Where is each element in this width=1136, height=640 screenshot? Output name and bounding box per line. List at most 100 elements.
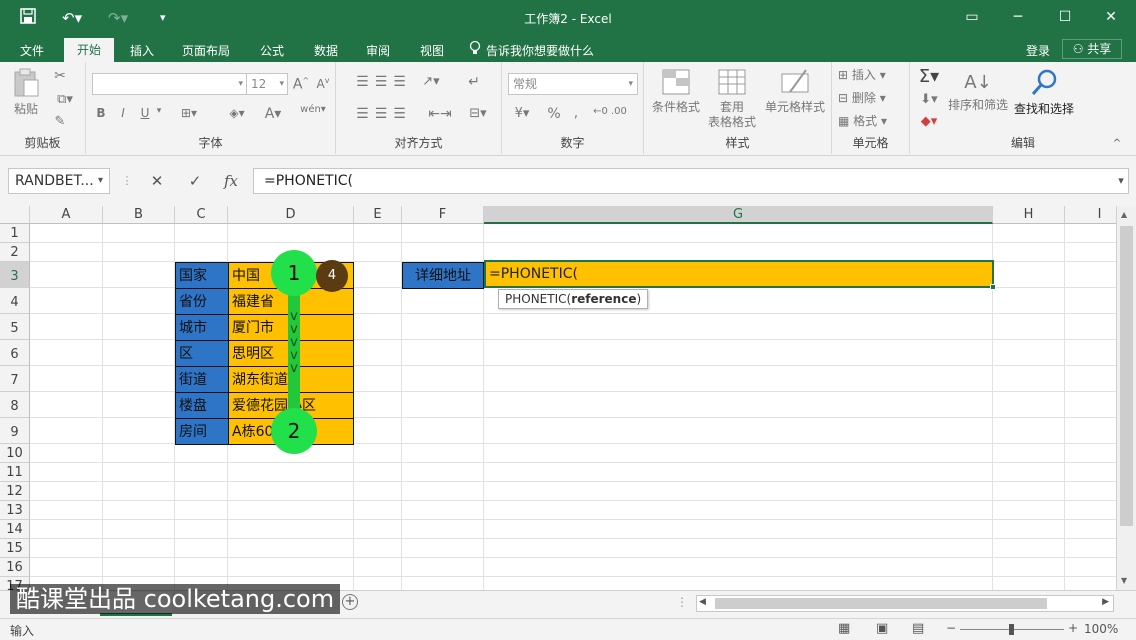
row-header-13[interactable]: 13 — [0, 501, 30, 520]
horizontal-scrollbar[interactable]: ◀ ▶ — [696, 595, 1114, 612]
cell-styles-button[interactable]: 单元格样式 — [762, 68, 828, 115]
currency-icon[interactable]: ¥▾ — [508, 106, 536, 122]
horizontal-align-icons[interactable]: ☰☰☰ — [344, 106, 424, 124]
enter-icon[interactable]: ✓ — [182, 170, 208, 192]
copy-icon[interactable]: ⧉▾ — [52, 92, 78, 108]
name-box[interactable]: RANDBET... ▾ — [8, 168, 110, 194]
column-header-i[interactable]: I — [1065, 206, 1116, 224]
tab-split-icon[interactable]: ⋮ — [676, 595, 688, 609]
h-scroll-thumb[interactable] — [715, 598, 1047, 609]
row-header-8[interactable]: 8 — [0, 392, 30, 418]
column-header-b[interactable]: B — [103, 206, 175, 224]
bold-button[interactable]: B — [94, 106, 108, 121]
select-all-corner[interactable] — [0, 206, 30, 224]
row-header-2[interactable]: 2 — [0, 243, 30, 262]
autosum-icon[interactable]: Σ▾ — [914, 66, 944, 89]
fill-handle[interactable] — [990, 284, 996, 290]
page-break-view-icon[interactable]: ▤ — [912, 621, 924, 636]
expand-formula-bar-icon[interactable]: ▾ — [1108, 170, 1134, 192]
cell-c9[interactable]: 房间 — [175, 418, 229, 445]
row-header-15[interactable]: 15 — [0, 539, 30, 558]
scroll-down-icon[interactable]: ▼ — [1121, 576, 1127, 585]
comma-style-icon[interactable]: , — [568, 106, 584, 122]
page-layout-view-icon[interactable]: ▣ — [876, 621, 888, 636]
login-link[interactable]: 登录 — [1020, 40, 1056, 62]
border-icon[interactable]: ⊞▾ — [176, 106, 202, 121]
zoom-in-icon[interactable]: + — [1068, 621, 1078, 635]
add-sheet-icon[interactable]: + — [342, 594, 358, 610]
column-header-h[interactable]: H — [993, 206, 1065, 224]
column-header-a[interactable]: A — [30, 206, 103, 224]
row-header-11[interactable]: 11 — [0, 463, 30, 482]
tab-page-layout[interactable]: 页面布局 — [172, 40, 240, 62]
fill-color-icon[interactable]: ◈▾ — [224, 106, 250, 121]
collapse-ribbon-icon[interactable]: ^ — [1110, 138, 1124, 151]
paste-button[interactable]: 粘贴 — [8, 68, 44, 117]
insert-function-icon[interactable]: fx — [218, 170, 244, 192]
row-header-1[interactable]: 1 — [0, 224, 30, 243]
cell-c7[interactable]: 街道 — [175, 366, 229, 393]
tab-home[interactable]: 开始 — [64, 38, 114, 62]
indent-icons[interactable]: ⇤⇥ — [418, 106, 462, 124]
italic-button[interactable]: I — [116, 106, 130, 121]
row-header-9[interactable]: 9 — [0, 418, 30, 444]
phonetic-guide-icon[interactable]: wén▾ — [298, 104, 328, 117]
delete-cells-button[interactable]: ⊟ 删除 ▾ — [838, 91, 904, 106]
wrap-text-icon[interactable]: ↵ — [464, 74, 484, 92]
format-as-table-button[interactable]: 套用 表格格式 — [702, 68, 762, 130]
orientation-icon[interactable]: ↗▾ — [418, 74, 444, 90]
find-select-button[interactable]: 查找和选择 — [1012, 68, 1076, 117]
tab-view[interactable]: 视图 — [408, 40, 456, 62]
zoom-level[interactable]: 100% — [1084, 622, 1118, 636]
row-header-14[interactable]: 14 — [0, 520, 30, 539]
zoom-slider-thumb[interactable] — [1009, 624, 1014, 635]
cell-c8[interactable]: 楼盘 — [175, 392, 229, 419]
insert-cells-button[interactable]: ⊞ 插入 ▾ — [838, 68, 904, 83]
row-header-7[interactable]: 7 — [0, 366, 30, 392]
column-header-e[interactable]: E — [354, 206, 402, 224]
percent-button[interactable]: % — [546, 106, 562, 124]
decrease-font-icon[interactable]: Av — [314, 76, 332, 92]
vertical-align-icons[interactable]: ☰☰☰ — [344, 74, 424, 92]
maximize-button[interactable]: ☐ — [1050, 6, 1080, 28]
row-header-6[interactable]: 6 — [0, 340, 30, 366]
clear-icon[interactable]: ◆▾ — [914, 114, 944, 130]
row-header-3[interactable]: 3 — [0, 262, 30, 288]
underline-dropdown-icon[interactable]: ▾ — [154, 106, 164, 117]
tell-me-search[interactable]: 告诉我你想要做什么 — [486, 40, 604, 62]
share-button[interactable]: ⚇ 共享 — [1062, 39, 1122, 59]
decimal-icons[interactable]: ←0 .00 — [590, 106, 630, 119]
column-header-g[interactable]: G — [484, 206, 993, 224]
row-header-16[interactable]: 16 — [0, 558, 30, 577]
tab-formulas[interactable]: 公式 — [248, 40, 296, 62]
tab-review[interactable]: 审阅 — [354, 40, 402, 62]
format-painter-icon[interactable]: ✎ — [52, 114, 68, 130]
scroll-left-icon[interactable]: ◀ — [699, 597, 706, 607]
font-name-select[interactable]: ▾ — [92, 73, 248, 95]
tab-insert[interactable]: 插入 — [118, 40, 166, 62]
merge-center-icon[interactable]: ⊟▾ — [464, 106, 492, 122]
tooltip-argument[interactable]: reference — [571, 292, 636, 306]
scroll-up-icon[interactable]: ▲ — [1121, 210, 1127, 219]
tab-file[interactable]: 文件 — [8, 40, 56, 62]
row-header-4[interactable]: 4 — [0, 288, 30, 314]
close-button[interactable]: ✕ — [1096, 6, 1126, 28]
sort-filter-button[interactable]: A↓ 排序和筛选 — [946, 68, 1010, 113]
cut-icon[interactable]: ✂ — [52, 68, 68, 86]
formula-input[interactable]: =PHONETIC( — [253, 168, 1129, 194]
conditional-format-button[interactable]: 条件格式 — [648, 68, 704, 115]
zoom-out-icon[interactable]: − — [946, 621, 956, 635]
cell-f3[interactable]: 详细地址 — [402, 262, 484, 289]
font-size-select[interactable]: 12 ▾ — [246, 73, 288, 95]
cell-c4[interactable]: 省份 — [175, 288, 229, 315]
vertical-scrollbar[interactable]: ▲ ▼ — [1116, 206, 1136, 590]
row-header-10[interactable]: 10 — [0, 444, 30, 463]
format-cells-button[interactable]: ▦ 格式 ▾ — [838, 114, 904, 129]
increase-font-icon[interactable]: A^ — [292, 76, 310, 94]
cell-c5[interactable]: 城市 — [175, 314, 229, 341]
column-header-d[interactable]: D — [228, 206, 354, 224]
font-color-icon[interactable]: A▾ — [260, 106, 286, 124]
cell-g3-active[interactable]: =PHONETIC( — [484, 260, 994, 288]
scroll-right-icon[interactable]: ▶ — [1102, 597, 1109, 607]
scroll-thumb[interactable] — [1120, 226, 1133, 526]
